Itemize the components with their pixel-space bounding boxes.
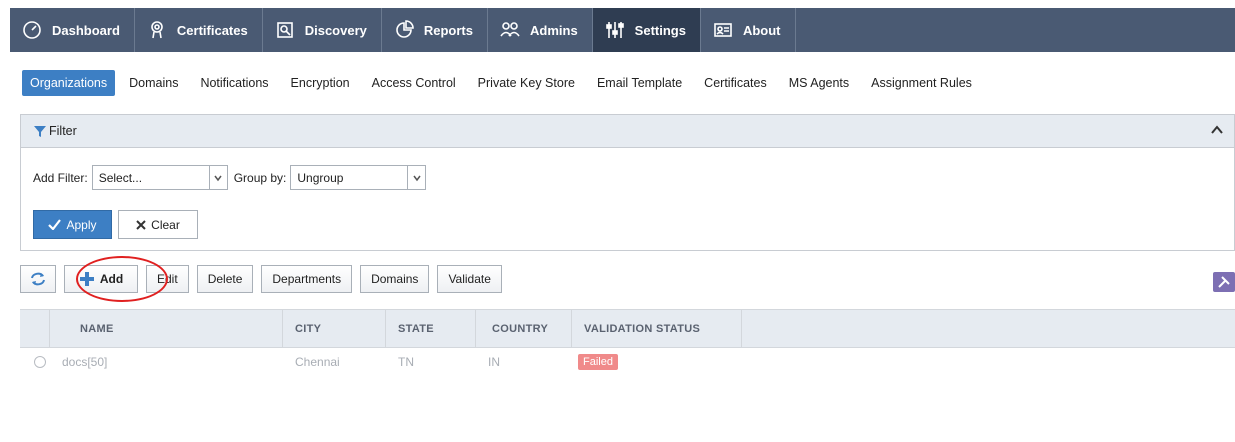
column-header-validation-status[interactable]: VALIDATION STATUS bbox=[572, 310, 742, 347]
column-header-name[interactable]: NAME bbox=[50, 310, 283, 347]
chevron-down-icon bbox=[407, 166, 426, 189]
add-filter-select[interactable]: Select... bbox=[91, 165, 228, 190]
tab-certificates[interactable]: Certificates bbox=[696, 70, 775, 96]
cell-validation-status: Failed bbox=[572, 348, 742, 376]
table-row[interactable]: docs[50] Chennai TN IN Failed bbox=[20, 348, 1235, 376]
row-select[interactable] bbox=[20, 348, 58, 376]
column-header-state[interactable]: STATE bbox=[386, 310, 476, 347]
refresh-icon bbox=[31, 272, 45, 286]
clear-button[interactable]: Clear bbox=[118, 210, 198, 239]
cell-country: IN bbox=[488, 355, 500, 369]
tab-access-control[interactable]: Access Control bbox=[364, 70, 464, 96]
nav-about[interactable]: About bbox=[701, 8, 796, 52]
admins-icon bbox=[500, 20, 520, 40]
chevron-down-icon bbox=[208, 166, 227, 189]
tab-email-template[interactable]: Email Template bbox=[589, 70, 690, 96]
tab-organizations[interactable]: Organizations bbox=[22, 70, 116, 96]
edit-button[interactable]: Edit bbox=[146, 265, 189, 293]
nav-reports[interactable]: Reports bbox=[382, 8, 488, 52]
radio-button[interactable] bbox=[34, 356, 46, 368]
id-card-icon bbox=[713, 20, 733, 40]
filter-controls: Add Filter: Select... Group by: Ungroup bbox=[33, 165, 427, 190]
tab-notifications[interactable]: Notifications bbox=[192, 70, 276, 96]
nav-certificates[interactable]: Certificates bbox=[135, 8, 263, 52]
organization-toolbar: Add Edit Delete Departments Domains Vali… bbox=[20, 264, 510, 294]
delete-button[interactable]: Delete bbox=[196, 265, 254, 293]
cell-name: docs[50] bbox=[62, 355, 108, 369]
nav-dashboard-label: Dashboard bbox=[52, 22, 120, 38]
apply-button[interactable]: Apply bbox=[33, 210, 112, 239]
nav-settings[interactable]: Settings bbox=[592, 8, 701, 52]
tab-private-key-store[interactable]: Private Key Store bbox=[470, 70, 583, 96]
add-filter-label: Add Filter: bbox=[33, 170, 88, 185]
table-header: NAME CITY STATE COUNTRY VALIDATION STATU… bbox=[20, 309, 1235, 348]
nav-discovery-label: Discovery bbox=[304, 22, 367, 38]
add-label: Add bbox=[99, 272, 124, 286]
group-by-label: Group by: bbox=[233, 170, 287, 185]
organizations-table: NAME CITY STATE COUNTRY VALIDATION STATU… bbox=[20, 309, 1235, 376]
tools-icon[interactable] bbox=[1213, 272, 1235, 292]
funnel-icon bbox=[34, 126, 46, 137]
group-by-value: Ungroup bbox=[297, 170, 344, 185]
cell-city: Chennai bbox=[295, 355, 340, 369]
sliders-icon bbox=[605, 20, 625, 40]
nav-reports-label: Reports bbox=[423, 22, 473, 38]
nav-discovery[interactable]: Discovery bbox=[263, 8, 382, 52]
tab-assignment-rules[interactable]: Assignment Rules bbox=[863, 70, 980, 96]
discovery-icon bbox=[275, 20, 295, 40]
status-badge: Failed bbox=[578, 354, 618, 370]
nav-about-label: About bbox=[742, 22, 781, 38]
chevron-up-icon[interactable] bbox=[1210, 123, 1224, 137]
top-navigation: Dashboard Certificates Discovery Reports… bbox=[10, 8, 1235, 52]
column-header-city[interactable]: CITY bbox=[283, 310, 386, 347]
tab-domains[interactable]: Domains bbox=[121, 70, 186, 96]
nav-admins[interactable]: Admins bbox=[488, 8, 593, 52]
column-header-country[interactable]: COUNTRY bbox=[476, 310, 572, 347]
certificate-icon bbox=[147, 20, 167, 40]
nav-certificates-label: Certificates bbox=[176, 22, 248, 38]
filter-buttons: Apply Clear bbox=[33, 210, 198, 239]
pie-chart-icon bbox=[394, 20, 414, 40]
settings-subtabs: Organizations Domains Notifications Encr… bbox=[10, 60, 1235, 106]
gauge-icon bbox=[22, 20, 42, 40]
select-column-header bbox=[20, 310, 50, 347]
clear-label: Clear bbox=[151, 217, 180, 232]
refresh-button[interactable] bbox=[20, 265, 56, 293]
add-filter-value: Select... bbox=[98, 170, 143, 185]
apply-label: Apply bbox=[66, 217, 97, 232]
cell-state: TN bbox=[398, 355, 414, 369]
tab-encryption[interactable]: Encryption bbox=[283, 70, 358, 96]
filter-header[interactable]: Filter bbox=[21, 115, 1234, 148]
nav-dashboard[interactable]: Dashboard bbox=[10, 8, 135, 52]
filter-panel: Filter Add Filter: Select... Group by: U… bbox=[20, 114, 1235, 251]
add-button[interactable]: Add bbox=[64, 265, 138, 293]
departments-button[interactable]: Departments bbox=[261, 265, 353, 293]
checkmark-icon bbox=[48, 219, 62, 230]
plus-icon bbox=[79, 272, 94, 286]
nav-settings-label: Settings bbox=[634, 22, 686, 38]
validate-button[interactable]: Validate bbox=[437, 265, 502, 293]
tab-ms-agents[interactable]: MS Agents bbox=[781, 70, 857, 96]
group-by-select[interactable]: Ungroup bbox=[290, 165, 427, 190]
filter-title: Filter bbox=[49, 124, 77, 138]
domains-button[interactable]: Domains bbox=[360, 265, 430, 293]
close-icon bbox=[136, 219, 146, 230]
nav-admins-label: Admins bbox=[530, 22, 578, 38]
